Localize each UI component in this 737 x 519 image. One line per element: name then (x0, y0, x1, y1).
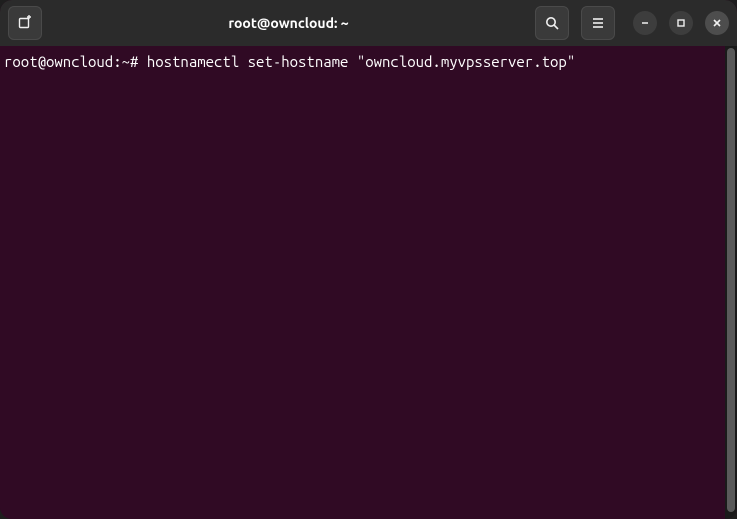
window-title: root@owncloud: ~ (48, 15, 529, 31)
shell-prompt: root@owncloud:~# (4, 53, 138, 70)
prompt-sep: : (113, 53, 121, 70)
terminal-content[interactable]: root@owncloud:~# hostnamectl set-hostnam… (0, 46, 725, 519)
command-text: hostnamectl set-hostname "owncloud.myvps… (147, 53, 575, 70)
window-controls (633, 11, 729, 35)
titlebar-right (535, 6, 729, 40)
new-tab-button[interactable] (8, 6, 42, 40)
menu-button[interactable] (581, 6, 615, 40)
terminal-window: root@owncloud: ~ (0, 0, 737, 519)
maximize-button[interactable] (669, 11, 693, 35)
maximize-icon (676, 18, 686, 28)
titlebar: root@owncloud: ~ (0, 0, 737, 46)
scrollbar-thumb[interactable] (727, 48, 735, 512)
scrollbar-track[interactable] (725, 46, 737, 519)
titlebar-left (8, 6, 42, 40)
close-icon (712, 18, 722, 28)
prompt-hash: # (130, 53, 138, 70)
search-icon (544, 15, 560, 31)
terminal-body: root@owncloud:~# hostnamectl set-hostnam… (0, 46, 737, 519)
minimize-button[interactable] (633, 11, 657, 35)
close-button[interactable] (705, 11, 729, 35)
hamburger-menu-icon (590, 15, 606, 31)
new-tab-icon (17, 15, 33, 31)
minimize-icon (640, 18, 650, 28)
search-button[interactable] (535, 6, 569, 40)
prompt-userhost: root@owncloud (4, 53, 113, 70)
prompt-path: ~ (122, 53, 130, 70)
